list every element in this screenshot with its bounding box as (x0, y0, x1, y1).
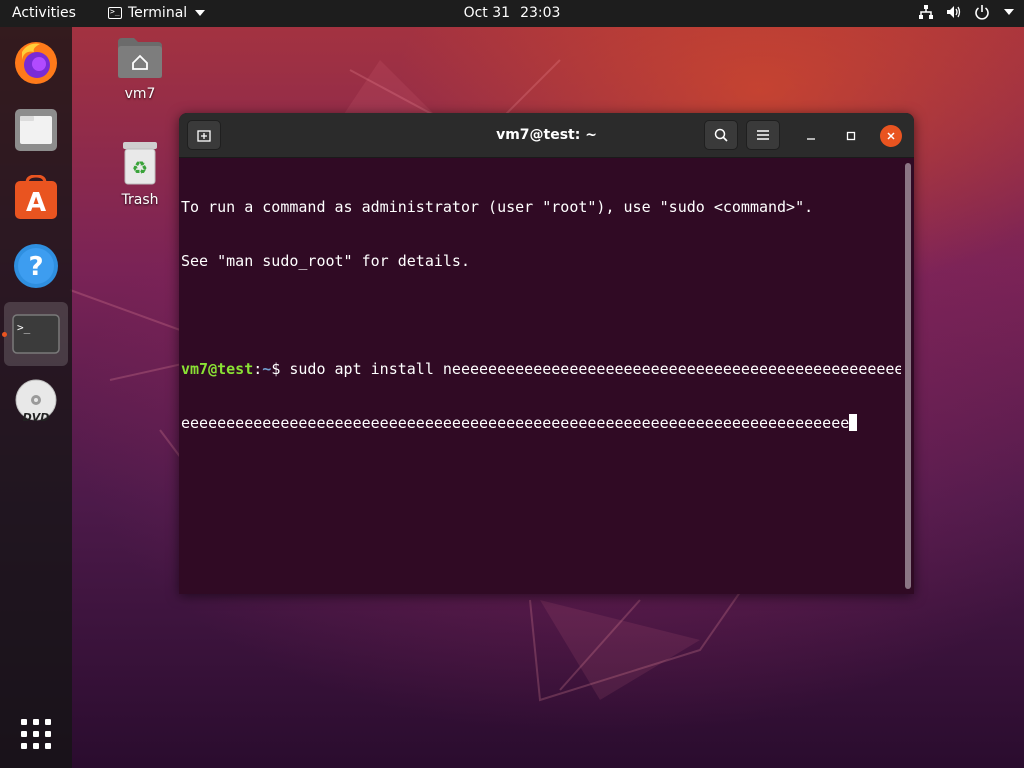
prompt-line: vm7@test:~$ sudo apt install neeeeeeeeee… (181, 360, 901, 378)
running-indicator (2, 332, 7, 337)
dock: A ? >_ DVD (0, 27, 72, 768)
system-menu-caret-icon (1004, 9, 1014, 15)
search-icon (714, 128, 728, 142)
command-text-wrapped: eeeeeeeeeeeeeeeeeeeeeeeeeeeeeeeeeeeeeeee… (181, 414, 850, 432)
prompt-symbol: $ (271, 360, 290, 378)
terminal-headerbar: vm7@test: ~ (179, 113, 914, 158)
trash-icon: ♻ (123, 142, 157, 185)
dock-help[interactable]: ? (4, 234, 68, 298)
hamburger-menu-icon (757, 130, 769, 140)
desktop-icon-trash[interactable]: ♻ Trash (100, 140, 180, 208)
svg-text:?: ? (28, 252, 43, 282)
svg-text:DVD: DVD (23, 411, 50, 424)
minimize-button[interactable] (800, 125, 822, 147)
desktop-icon-label: Trash (121, 192, 159, 208)
svg-text:♻: ♻ (132, 158, 148, 179)
terminal-line: See "man sudo_root" for details. (181, 252, 470, 270)
prompt-path: ~ (262, 360, 272, 378)
dock-terminal[interactable]: >_ (4, 302, 68, 366)
firefox-icon (15, 42, 57, 84)
command-continuation-line: eeeeeeeeeeeeeeeeeeeeeeeeeeeeeeeeeeeeeeee… (181, 414, 901, 432)
menu-button[interactable] (746, 120, 780, 150)
prompt-separator: : (253, 360, 263, 378)
search-button[interactable] (704, 120, 738, 150)
dvd-icon: DVD (15, 379, 57, 424)
clock-time: 23:03 (520, 5, 561, 21)
app-grid-icon (21, 719, 51, 749)
show-applications-button[interactable] (4, 702, 68, 766)
clock[interactable]: Oct 31 23:03 (0, 5, 1024, 21)
volume-icon (947, 6, 961, 18)
software-center-icon: A (15, 175, 57, 219)
svg-text:>_: >_ (17, 321, 31, 334)
home-folder-icon (118, 38, 162, 78)
dock-firefox[interactable] (4, 30, 68, 94)
text-cursor (849, 414, 858, 431)
terminal-output[interactable]: To run a command as administrator (user … (181, 162, 901, 587)
system-status-area[interactable] (918, 4, 1014, 20)
help-icon: ? (14, 244, 58, 288)
terminal-window: vm7@test: ~ To run a command as administ… (179, 113, 914, 594)
command-text: sudo apt install neeeeeeeeeeeeeeeeeeeeee… (289, 360, 901, 378)
desktop-icon-home[interactable]: vm7 (100, 36, 180, 102)
clock-date: Oct 31 (463, 5, 511, 21)
svg-text:A: A (26, 188, 46, 218)
terminal-line: To run a command as administrator (user … (181, 198, 814, 216)
dock-files[interactable] (4, 98, 68, 162)
minimize-icon (807, 138, 815, 140)
network-icon (919, 5, 933, 19)
scrollbar-thumb[interactable] (905, 163, 911, 589)
terminal-icon: >_ (12, 314, 60, 354)
maximize-button[interactable] (840, 125, 862, 147)
dock-dvd[interactable]: DVD (4, 370, 68, 434)
close-icon (887, 132, 895, 140)
prompt-user-host: vm7@test (181, 360, 254, 378)
scrollbar[interactable] (905, 163, 911, 589)
desktop-icon-label: vm7 (124, 86, 156, 102)
power-icon (975, 5, 989, 20)
files-icon (15, 109, 57, 151)
close-button[interactable] (880, 125, 902, 147)
maximize-icon (846, 131, 856, 141)
dock-ubuntu-software[interactable]: A (4, 166, 68, 230)
top-bar: Activities >_ Terminal Oct 31 23:03 (0, 0, 1024, 27)
